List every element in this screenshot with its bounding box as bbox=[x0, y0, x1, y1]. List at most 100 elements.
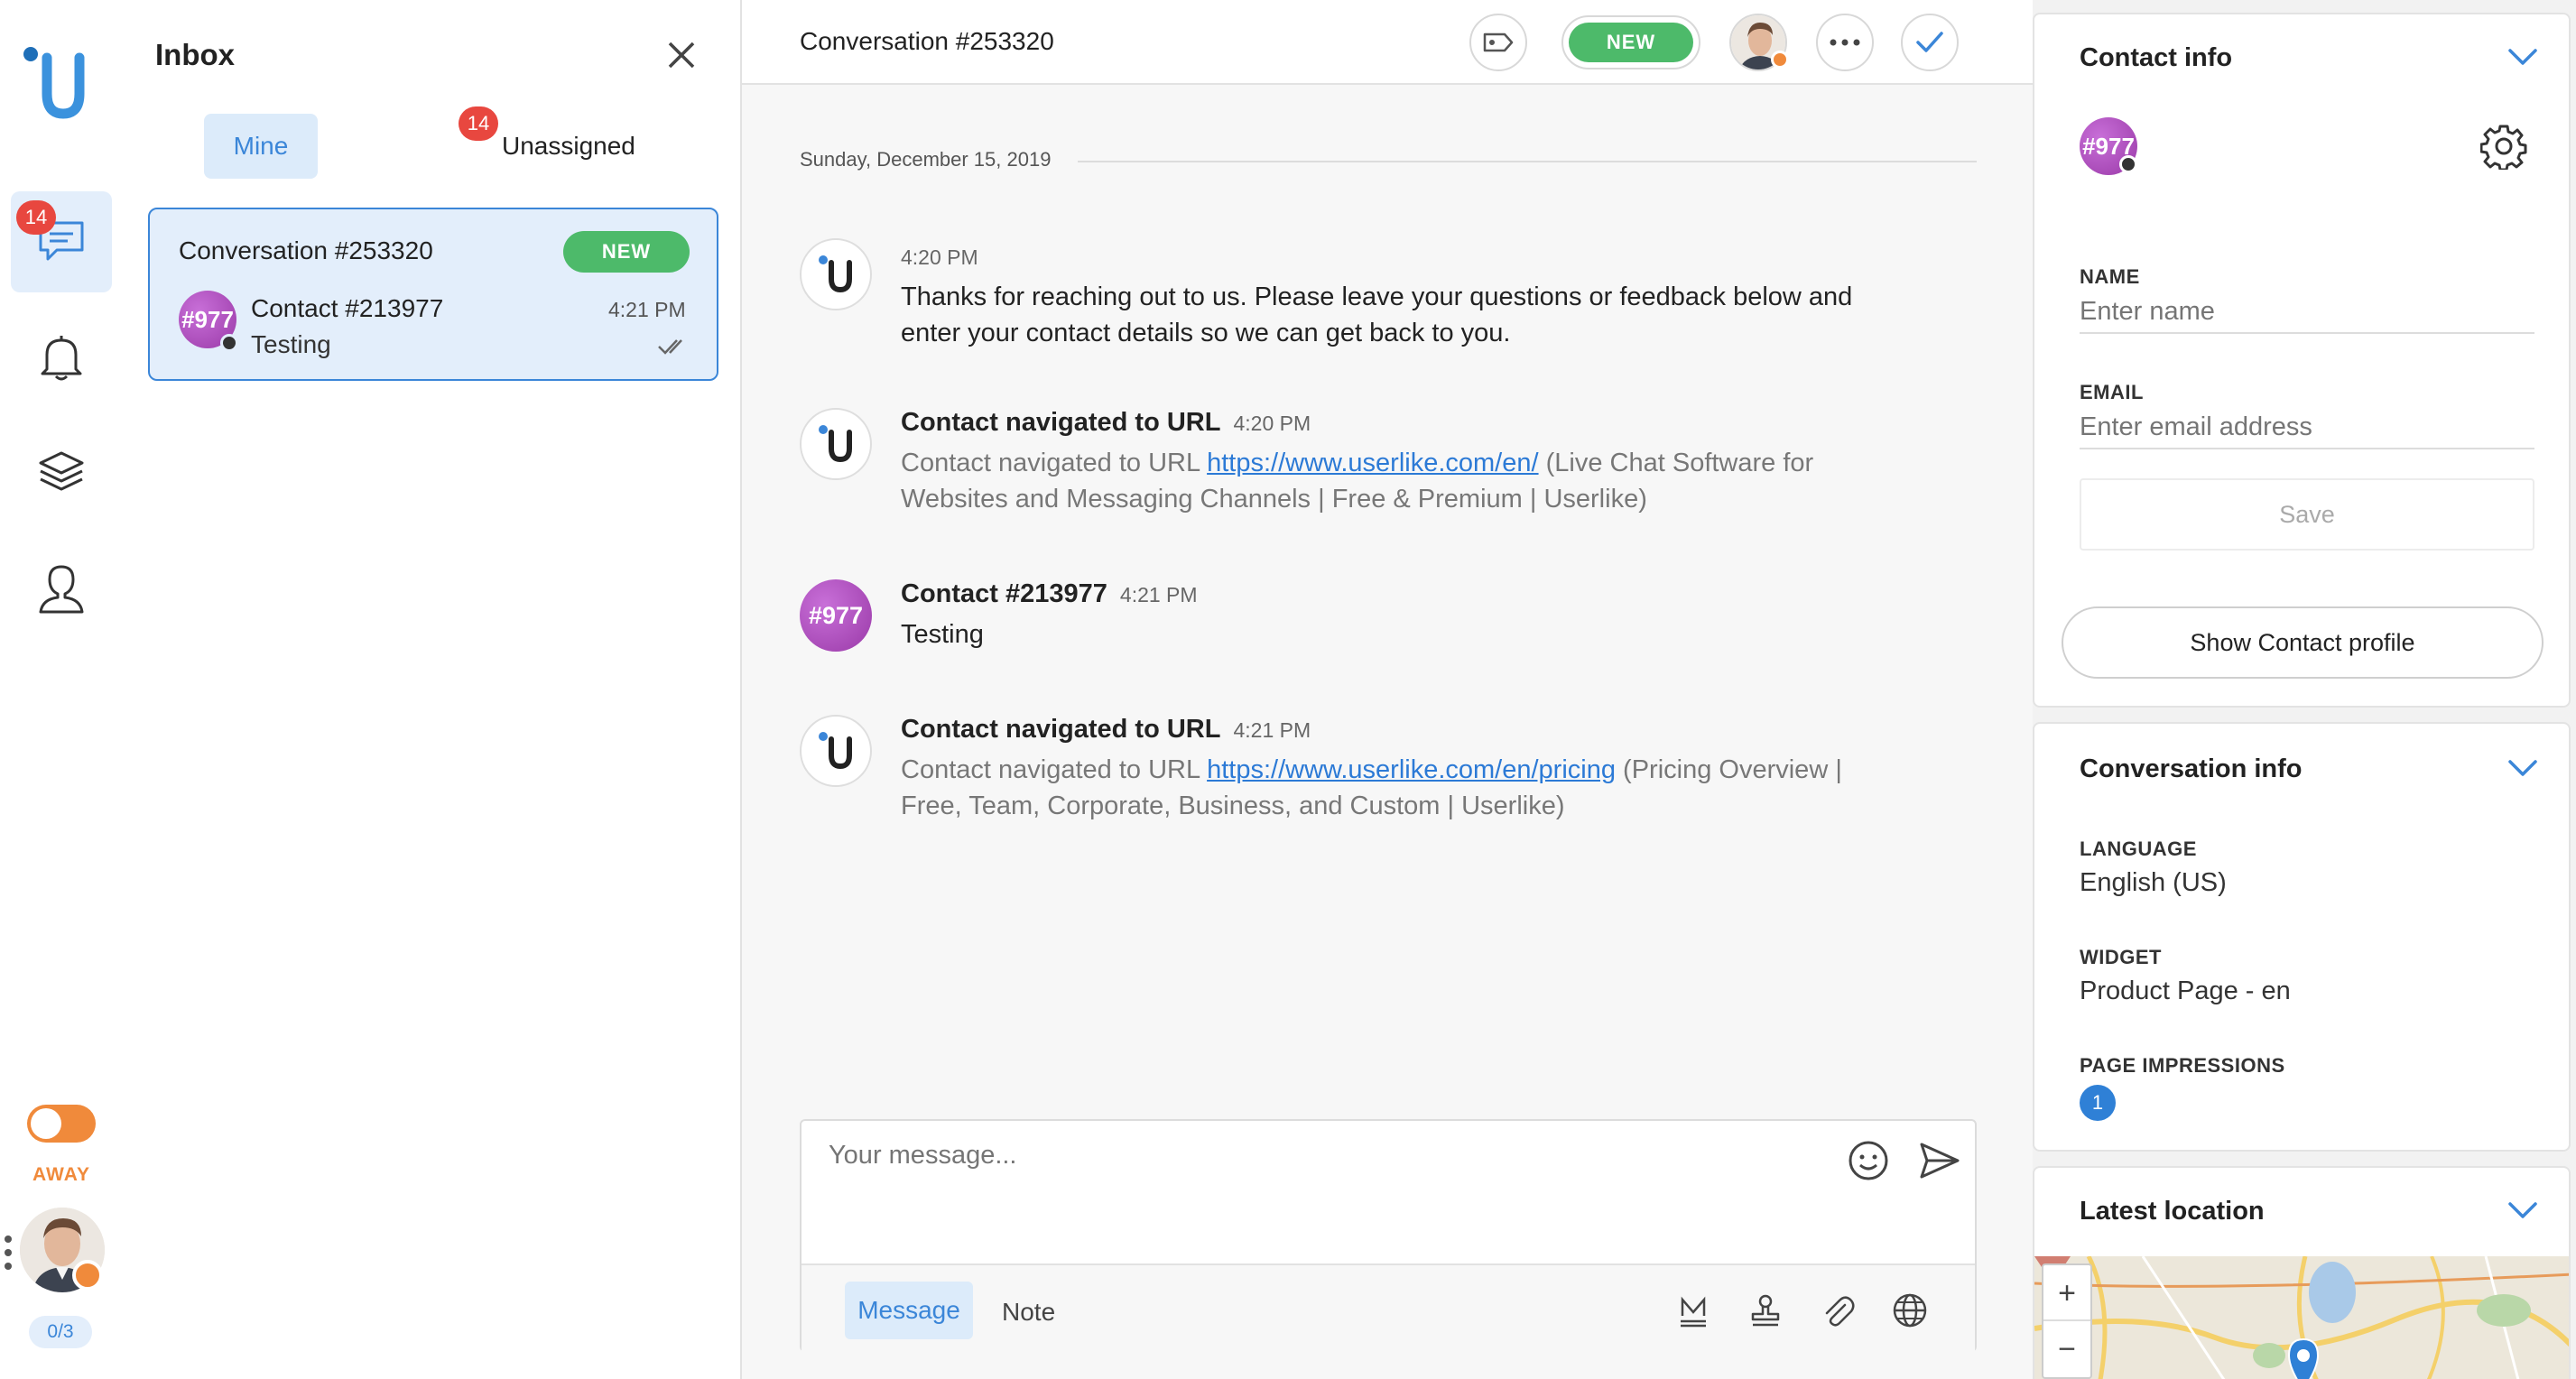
offline-status-dot bbox=[2119, 155, 2137, 173]
checkmark-icon bbox=[1916, 32, 1943, 52]
stamp-icon[interactable] bbox=[1747, 1292, 1784, 1328]
message-text: Testing bbox=[901, 620, 984, 649]
widget-label: WIDGET bbox=[2080, 946, 2162, 968]
tab-note[interactable]: Note bbox=[1002, 1298, 1055, 1327]
status-dropdown[interactable]: NEW bbox=[1561, 15, 1700, 69]
message-title: Contact #213977 bbox=[901, 579, 1107, 608]
message-input[interactable] bbox=[829, 1141, 1858, 1231]
message-text-line: Free, Team, Corporate, Business, and Cus… bbox=[901, 791, 1565, 820]
conversation-info-card: Conversation info LANGUAGE English (US) … bbox=[2033, 722, 2571, 1152]
ellipsis-icon bbox=[1830, 39, 1860, 46]
emoji-icon[interactable] bbox=[1847, 1139, 1890, 1182]
message-prefix: Contact navigated to URL bbox=[901, 755, 1208, 784]
conversation-header-title: Conversation #253320 bbox=[800, 27, 1054, 55]
contact-info-card: Contact info #977 NAME EMAIL Save Show C… bbox=[2033, 13, 2571, 708]
message-text-line: Websites and Messaging Channels | Free &… bbox=[901, 485, 1647, 514]
conversation-panel: Conversation #253320 NEW Sunday, Decembe… bbox=[742, 0, 2033, 1379]
message-text-line: Thanks for reaching out to us. Please le… bbox=[901, 282, 1853, 311]
contact-avatar: #977 bbox=[800, 579, 872, 652]
message-item: Contact navigated to URL 4:20 PM Contact … bbox=[901, 408, 1813, 517]
attachment-icon[interactable] bbox=[1820, 1292, 1856, 1328]
double-check-icon bbox=[657, 336, 690, 357]
message-time: 4:20 PM bbox=[901, 245, 978, 269]
conversation-list-item[interactable]: Conversation #253320 NEW #977 Contact #2… bbox=[148, 208, 718, 381]
sidebar-item-contacts[interactable] bbox=[11, 538, 112, 639]
page-impressions-badge[interactable]: 1 bbox=[2080, 1085, 2116, 1121]
latest-location-title: Latest location bbox=[2080, 1197, 2265, 1226]
user-icon bbox=[39, 565, 84, 614]
resolve-button[interactable] bbox=[1901, 14, 1959, 71]
message-item: Contact navigated to URL 4:21 PM Contact … bbox=[901, 715, 1842, 824]
map-pin-icon bbox=[2285, 1337, 2321, 1379]
userlike-logo bbox=[819, 732, 852, 770]
map-zoom-controls: + − bbox=[2042, 1263, 2092, 1379]
location-map[interactable]: + − bbox=[2034, 1256, 2569, 1379]
bot-avatar bbox=[800, 408, 872, 480]
close-icon[interactable] bbox=[666, 40, 697, 70]
userlike-logo bbox=[819, 255, 852, 293]
show-contact-profile-button[interactable]: Show Contact profile bbox=[2062, 606, 2544, 679]
inbox-panel: Inbox Mine Unassigned 14 Conversation #2… bbox=[123, 0, 742, 1379]
offline-status-dot bbox=[220, 334, 238, 352]
away-status-dot bbox=[72, 1260, 103, 1291]
tab-unassigned[interactable]: Unassigned bbox=[502, 132, 635, 161]
more-dots-icon[interactable] bbox=[4, 1235, 13, 1271]
url-link[interactable]: https://www.userlike.com/en/ bbox=[1207, 449, 1538, 477]
zoom-out-button[interactable]: − bbox=[2043, 1321, 2090, 1377]
page-impressions-label: PAGE IMPRESSIONS bbox=[2080, 1054, 2285, 1077]
globe-icon[interactable] bbox=[1892, 1292, 1928, 1328]
userlike-logo bbox=[819, 425, 852, 463]
language-value: English (US) bbox=[2080, 868, 2227, 897]
message-title: Contact navigated to URL bbox=[901, 408, 1221, 437]
message-text-line: Contact navigated to URL https://www.use… bbox=[901, 445, 1813, 481]
status-badge: NEW bbox=[563, 231, 690, 273]
language-label: LANGUAGE bbox=[2080, 838, 2197, 860]
message-text-line: enter your contact details so we can get… bbox=[901, 319, 1511, 347]
name-label: NAME bbox=[2080, 265, 2140, 288]
chat-count-badge: 14 bbox=[16, 200, 56, 235]
send-icon[interactable] bbox=[1919, 1141, 1960, 1180]
gear-icon[interactable] bbox=[2480, 123, 2527, 170]
url-link[interactable]: https://www.userlike.com/en/pricing bbox=[1207, 755, 1616, 784]
last-message-preview: Testing bbox=[251, 330, 331, 358]
save-button[interactable]: Save bbox=[2080, 478, 2534, 551]
inbox-title: Inbox bbox=[155, 38, 235, 71]
sidebar-item-notifications[interactable] bbox=[11, 307, 112, 408]
message-time: 4:21 PM bbox=[1119, 583, 1198, 606]
tag-button[interactable] bbox=[1469, 14, 1527, 71]
message-prefix: Contact navigated to URL bbox=[901, 449, 1208, 477]
status-label: AWAY bbox=[32, 1164, 90, 1185]
zoom-in-button[interactable]: + bbox=[2043, 1265, 2090, 1321]
contact-name: Contact #213977 bbox=[251, 294, 444, 322]
conversation-title: Conversation #253320 bbox=[179, 236, 433, 264]
tab-mine[interactable]: Mine bbox=[204, 114, 318, 179]
markdown-icon[interactable] bbox=[1675, 1292, 1711, 1328]
date-divider: Sunday, December 15, 2019 bbox=[800, 148, 1052, 171]
chevron-down-icon[interactable] bbox=[2507, 47, 2538, 67]
conversation-time: 4:21 PM bbox=[608, 298, 686, 321]
message-item: 4:20 PM Thanks for reaching out to us. P… bbox=[901, 245, 1852, 351]
message-time: 4:21 PM bbox=[1233, 718, 1311, 742]
tab-message[interactable]: Message bbox=[845, 1282, 973, 1339]
latest-location-card: Latest location + − bbox=[2033, 1166, 2571, 1379]
bot-avatar bbox=[800, 715, 872, 787]
page-title-text: (Live Chat Software for bbox=[1538, 449, 1814, 477]
chevron-down-icon[interactable] bbox=[2507, 1200, 2538, 1220]
date-divider-line bbox=[1078, 161, 1977, 162]
chevron-down-icon[interactable] bbox=[2507, 758, 2538, 778]
tag-icon bbox=[1483, 32, 1514, 52]
userlike-logo bbox=[20, 45, 94, 123]
page-title-text: (Pricing Overview | bbox=[1615, 755, 1842, 784]
message-title: Contact navigated to URL bbox=[901, 715, 1221, 744]
unassigned-badge: 14 bbox=[459, 106, 498, 141]
more-options-button[interactable] bbox=[1816, 14, 1874, 71]
details-panel: Contact info #977 NAME EMAIL Save Show C… bbox=[2033, 0, 2576, 1379]
message-time: 4:20 PM bbox=[1233, 412, 1311, 435]
bot-avatar bbox=[800, 238, 872, 310]
away-toggle[interactable] bbox=[27, 1105, 96, 1143]
status-badge: NEW bbox=[1569, 23, 1693, 62]
email-label: EMAIL bbox=[2080, 381, 2144, 403]
email-field[interactable] bbox=[2080, 406, 2534, 449]
sidebar-item-layers[interactable] bbox=[11, 421, 112, 522]
name-field[interactable] bbox=[2080, 291, 2534, 334]
